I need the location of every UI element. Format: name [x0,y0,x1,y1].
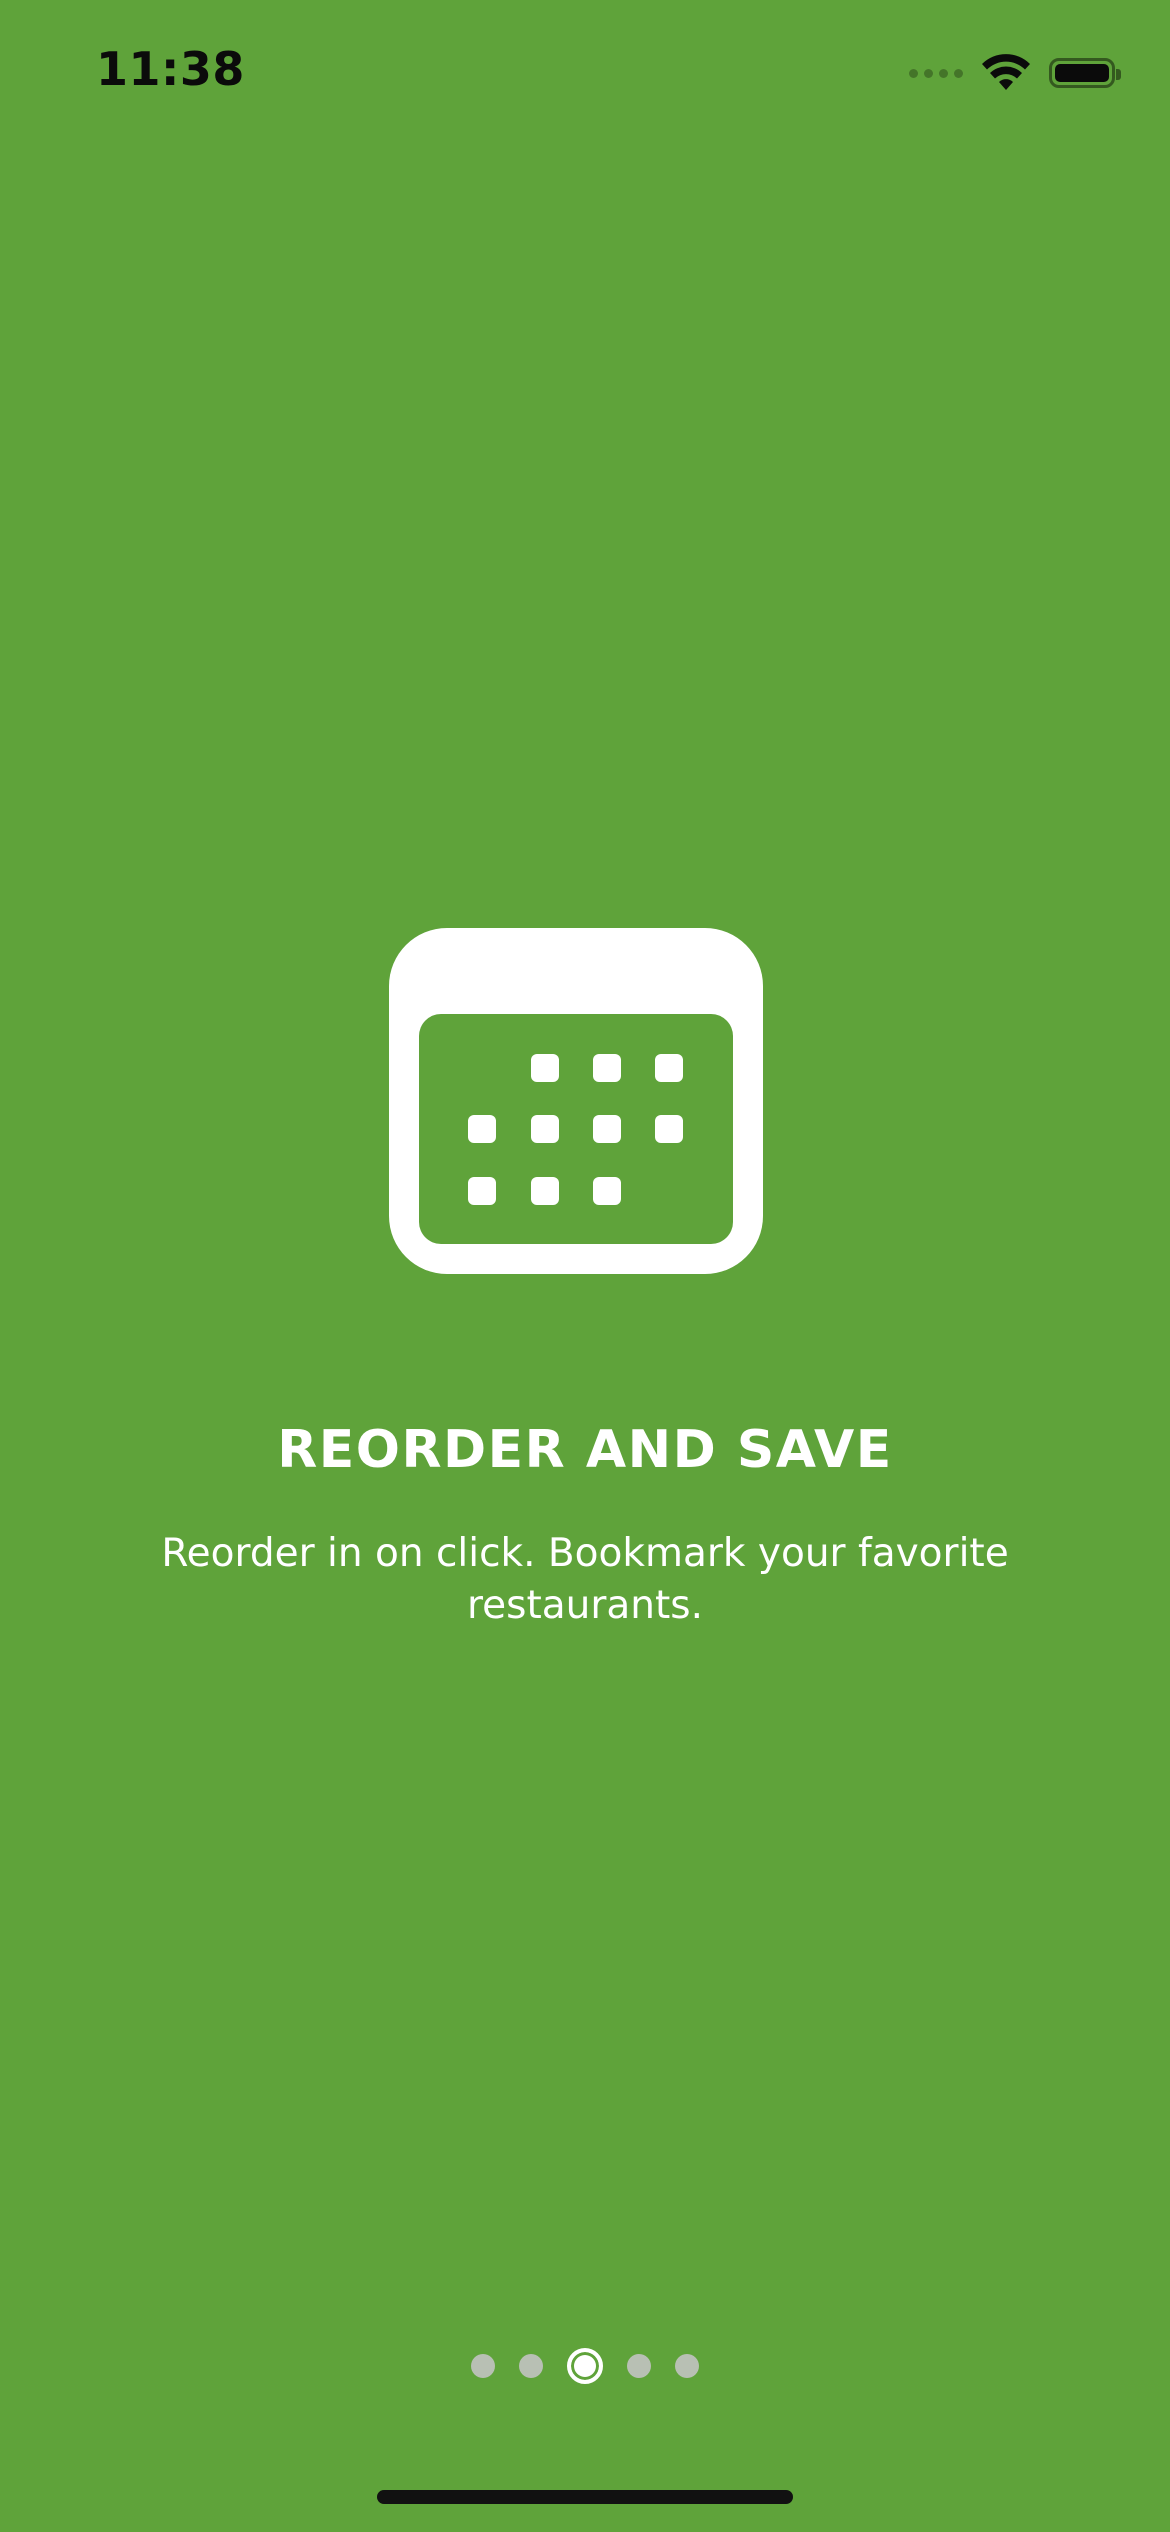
cellular-signal-icon [909,68,963,78]
status-bar-icons [909,54,1121,92]
status-bar-time: 11:38 [96,42,245,96]
onboarding-title: REORDER AND SAVE [277,1420,893,1480]
page-dot-2[interactable] [519,2354,543,2378]
page-dot-1[interactable] [471,2354,495,2378]
onboarding-screen: 11:38 REORDER AND SAVE Reorder in on cli… [0,0,1170,2532]
battery-icon [1049,58,1121,88]
page-dot-3-active[interactable] [567,2348,603,2384]
home-indicator[interactable] [377,2490,793,2504]
page-dot-4[interactable] [627,2354,651,2378]
calendar-icon [389,928,763,1274]
page-indicator[interactable] [0,2348,1170,2384]
page-dot-5[interactable] [675,2354,699,2378]
onboarding-description: Reorder in on click. Bookmark your favor… [161,1531,1009,1628]
wifi-icon [982,54,1030,90]
